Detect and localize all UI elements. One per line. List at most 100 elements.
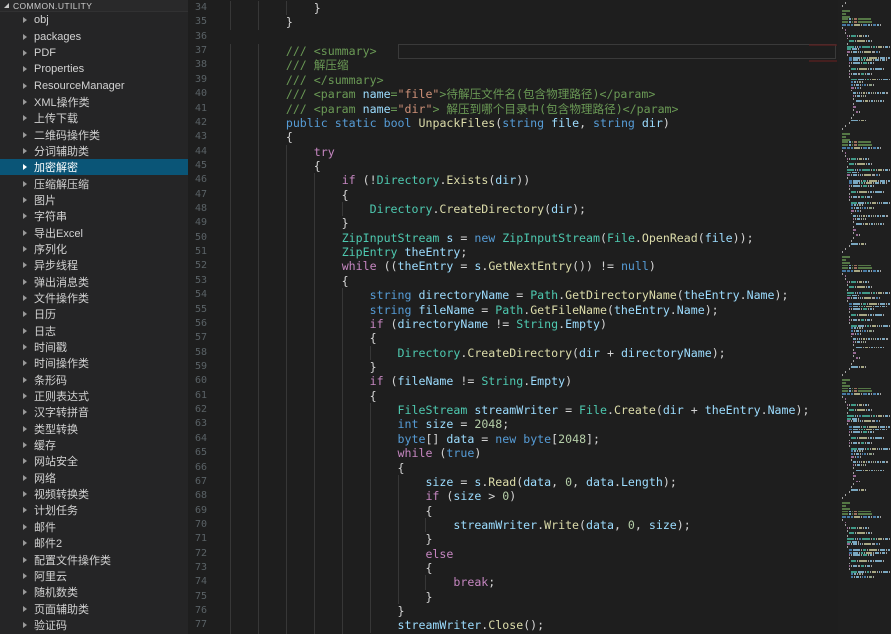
sidebar-item-汉字转拼音[interactable]: 汉字转拼音 <box>0 404 188 420</box>
code-line-54[interactable]: 54 string directoryName = Path.GetDirect… <box>188 288 838 302</box>
code-line-56[interactable]: 56 if (directoryName != String.Empty) <box>188 317 838 331</box>
sidebar-item-压缩解压缩[interactable]: 压缩解压缩 <box>0 175 188 191</box>
sidebar-item-计划任务[interactable]: 计划任务 <box>0 502 188 518</box>
sidebar-item-验证码[interactable]: 验证码 <box>0 617 188 633</box>
code-line-50[interactable]: 50 ZipInputStream s = new ZipInputStream… <box>188 231 838 245</box>
sidebar-item-字符串[interactable]: 字符串 <box>0 208 188 224</box>
code-line-77[interactable]: 77 streamWriter.Close(); <box>188 618 838 632</box>
sidebar-item-弹出消息类[interactable]: 弹出消息类 <box>0 274 188 290</box>
code-line-68[interactable]: 68 if (size > 0) <box>188 489 838 503</box>
code-line-72[interactable]: 72 else <box>188 547 838 561</box>
indent-guide <box>258 159 259 173</box>
minimap-line <box>838 568 891 570</box>
minimap[interactable] <box>838 0 891 634</box>
sidebar-item-Properties[interactable]: Properties <box>0 61 188 77</box>
code-line-67[interactable]: 67 size = s.Read(data, 0, data.Length); <box>188 475 838 489</box>
code-line-40[interactable]: 40 /// <param name="file">待解压文件名(包含物理路径)… <box>188 87 838 101</box>
code-line-65[interactable]: 65 while (true) <box>188 446 838 460</box>
sidebar-item-packages[interactable]: packages <box>0 28 188 44</box>
sidebar-item-序列化[interactable]: 序列化 <box>0 241 188 257</box>
indent-guide <box>342 604 343 618</box>
code-line-39[interactable]: 39 /// </summary> <box>188 73 838 87</box>
code-line-38[interactable]: 38 /// 解压缩 <box>188 58 838 72</box>
code-line-46[interactable]: 46 if (!Directory.Exists(dir)) <box>188 173 838 187</box>
code-line-36[interactable]: 36 <box>188 30 838 44</box>
code-line-49[interactable]: 49 } <box>188 216 838 230</box>
code-line-61[interactable]: 61 { <box>188 389 838 403</box>
code-line-48[interactable]: 48 Directory.CreateDirectory(dir); <box>188 202 838 216</box>
indent-guide <box>342 360 343 374</box>
minimap-line <box>838 552 891 554</box>
sidebar-item-obj[interactable]: obj <box>0 12 188 28</box>
sidebar-item-配置文件操作类[interactable]: 配置文件操作类 <box>0 551 188 567</box>
code-text: streamWriter.Close(); <box>230 618 544 632</box>
code-line-47[interactable]: 47 { <box>188 188 838 202</box>
code-line-42[interactable]: 42 public static bool UnpackFiles(string… <box>188 116 838 130</box>
minimap-line <box>838 494 891 496</box>
code-line-52[interactable]: 52 while ((theEntry = s.GetNextEntry()) … <box>188 259 838 273</box>
code-line-57[interactable]: 57 { <box>188 331 838 345</box>
code-line-60[interactable]: 60 if (fileName != String.Empty) <box>188 374 838 388</box>
minimap-line <box>838 256 891 258</box>
sidebar-item-label: PDF <box>34 47 56 59</box>
chevron-right-icon <box>23 442 27 448</box>
sidebar-item-日历[interactable]: 日历 <box>0 306 188 322</box>
code-line-43[interactable]: 43 { <box>188 130 838 144</box>
code-line-55[interactable]: 55 string fileName = Path.GetFileName(th… <box>188 303 838 317</box>
sidebar-item-随机数类[interactable]: 随机数类 <box>0 584 188 600</box>
sidebar-item-PDF[interactable]: PDF <box>0 45 188 61</box>
sidebar-item-分词辅助类[interactable]: 分词辅助类 <box>0 143 188 159</box>
indent-guide <box>258 518 259 532</box>
sidebar-item-时间戳[interactable]: 时间戳 <box>0 339 188 355</box>
sidebar-item-正则表达式[interactable]: 正则表达式 <box>0 388 188 404</box>
chevron-right-icon <box>23 148 27 154</box>
code-line-62[interactable]: 62 FileStream streamWriter = File.Create… <box>188 403 838 417</box>
sidebar-item-时间操作类[interactable]: 时间操作类 <box>0 355 188 371</box>
indent-guide <box>286 618 287 632</box>
sidebar-item-邮件2[interactable]: 邮件2 <box>0 535 188 551</box>
code-line-35[interactable]: 35 } <box>188 15 838 29</box>
code-line-63[interactable]: 63 int size = 2048; <box>188 417 838 431</box>
code-line-37[interactable]: 37 /// <summary> <box>188 44 838 58</box>
project-root-node[interactable]: COMMON.UTILITY <box>0 0 188 12</box>
code-line-71[interactable]: 71 } <box>188 532 838 546</box>
sidebar-item-视频转换类[interactable]: 视频转换类 <box>0 486 188 502</box>
code-line-75[interactable]: 75 } <box>188 590 838 604</box>
sidebar-item-条形码[interactable]: 条形码 <box>0 372 188 388</box>
sidebar-item-ResourceManager[interactable]: ResourceManager <box>0 77 188 93</box>
sidebar-item-邮件[interactable]: 邮件 <box>0 519 188 535</box>
sidebar-item-日志[interactable]: 日志 <box>0 323 188 339</box>
code-line-74[interactable]: 74 break; <box>188 575 838 589</box>
code-line-53[interactable]: 53 { <box>188 274 838 288</box>
code-line-34[interactable]: 34 } <box>188 1 838 15</box>
code-line-76[interactable]: 76 } <box>188 604 838 618</box>
sidebar-item-页面辅助类[interactable]: 页面辅助类 <box>0 600 188 616</box>
sidebar-item-阿里云[interactable]: 阿里云 <box>0 568 188 584</box>
minimap-line <box>838 311 891 313</box>
indent-guide <box>370 618 371 632</box>
sidebar-item-网站安全[interactable]: 网站安全 <box>0 453 188 469</box>
code-line-69[interactable]: 69 { <box>188 504 838 518</box>
code-editor[interactable]: 34 }35 }3637 /// <summary>38 /// 解压缩39 /… <box>188 0 891 634</box>
sidebar-item-类型转换[interactable]: 类型转换 <box>0 421 188 437</box>
sidebar-item-导出Excel[interactable]: 导出Excel <box>0 224 188 240</box>
sidebar-item-XML操作类[interactable]: XML操作类 <box>0 94 188 110</box>
code-line-45[interactable]: 45 { <box>188 159 838 173</box>
code-line-58[interactable]: 58 Directory.CreateDirectory(dir + direc… <box>188 346 838 360</box>
sidebar-item-异步线程[interactable]: 异步线程 <box>0 257 188 273</box>
code-line-64[interactable]: 64 byte[] data = new byte[2048]; <box>188 432 838 446</box>
code-line-44[interactable]: 44 try <box>188 145 838 159</box>
sidebar-item-文件操作类[interactable]: 文件操作类 <box>0 290 188 306</box>
code-line-70[interactable]: 70 streamWriter.Write(data, 0, size); <box>188 518 838 532</box>
code-line-66[interactable]: 66 { <box>188 461 838 475</box>
sidebar-item-二维码操作类[interactable]: 二维码操作类 <box>0 126 188 142</box>
code-line-51[interactable]: 51 ZipEntry theEntry; <box>188 245 838 259</box>
code-line-73[interactable]: 73 { <box>188 561 838 575</box>
sidebar-item-缓存[interactable]: 缓存 <box>0 437 188 453</box>
sidebar-item-图片[interactable]: 图片 <box>0 192 188 208</box>
sidebar-item-网络[interactable]: 网络 <box>0 470 188 486</box>
sidebar-item-上传下载[interactable]: 上传下载 <box>0 110 188 126</box>
code-line-59[interactable]: 59 } <box>188 360 838 374</box>
code-line-41[interactable]: 41 /// <param name="dir"> 解压到哪个目录中(包含物理路… <box>188 102 838 116</box>
sidebar-item-加密解密[interactable]: 加密解密 <box>0 159 188 175</box>
